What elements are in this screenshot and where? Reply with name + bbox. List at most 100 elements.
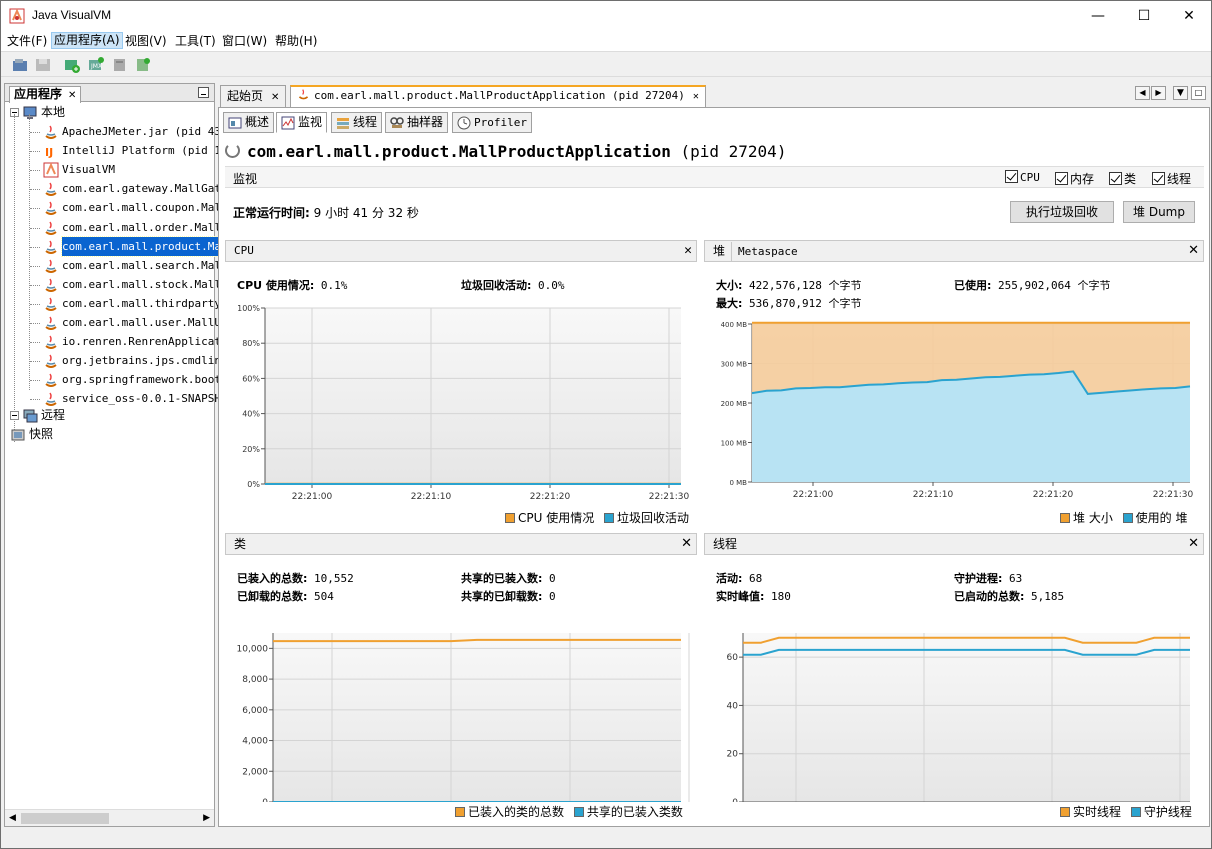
tree-item-application[interactable]: io.renren.RenrenApplicati	[43, 332, 228, 351]
maximize-tab-button[interactable]: □	[1191, 86, 1206, 100]
y-tick-label: 20	[727, 750, 739, 760]
threads-icon	[337, 117, 349, 129]
memory-checkbox[interactable]: 内存	[1055, 170, 1094, 187]
scroll-left-arrow-icon[interactable]: ◀	[9, 813, 16, 823]
tab-application[interactable]: com.earl.mall.product.MallProductApplica…	[290, 85, 706, 107]
plot-area	[265, 308, 681, 484]
menu-application[interactable]: 应用程序(A)	[51, 32, 123, 49]
tab-profiler-label: Profiler	[474, 116, 527, 129]
threads-checkbox-label: 线程	[1167, 172, 1192, 186]
tree-item-application[interactable]: com.earl.mall.user.MallUs	[43, 313, 228, 332]
close-button[interactable]: ✕	[1166, 1, 1212, 31]
heap-tab[interactable]: 堆	[713, 244, 725, 258]
close-icon[interactable]: ✕	[1188, 534, 1199, 554]
tree-item-application[interactable]: com.earl.mall.search.Mall	[43, 256, 228, 275]
legend-swatch-orange	[1060, 513, 1070, 523]
menu-help[interactable]: 帮助(H)	[273, 33, 319, 50]
y-tick-label: 0	[262, 798, 268, 802]
tree-node-remote[interactable]: 远程	[10, 406, 65, 425]
add-jmx-connection-icon[interactable]	[63, 56, 81, 74]
tree-item-application[interactable]: com.earl.mall.coupon.Mall	[43, 198, 228, 217]
tree-guide-line	[30, 342, 40, 344]
close-icon[interactable]: ✕	[681, 534, 692, 554]
applications-tab-label: 应用程序	[14, 87, 63, 101]
tree-item-application[interactable]: ApacheJMeter.jar (pid 431	[43, 122, 228, 141]
menu-view[interactable]: 视图(V)	[123, 33, 169, 50]
tab-application-label: com.earl.mall.product.MallProductApplica…	[314, 89, 685, 102]
tab-overview[interactable]: 概述	[223, 112, 275, 133]
menu-window[interactable]: 窗口(W)	[220, 33, 269, 50]
close-icon[interactable]: ✕	[1188, 241, 1199, 261]
add-remote-host-icon[interactable]: JMX	[87, 56, 105, 74]
memory-checkbox-label: 内存	[1070, 172, 1095, 186]
tree-item-label: com.earl.mall.stock.MallS	[62, 277, 228, 291]
tree-node-local[interactable]: 本地	[10, 103, 65, 122]
close-icon[interactable]: ✕	[684, 241, 692, 261]
loading-spinner-icon	[225, 143, 240, 158]
tab-sampler[interactable]: 抽样器	[385, 112, 449, 133]
perform-gc-button[interactable]: 执行垃圾回收	[1010, 201, 1114, 223]
cpu-checkbox-label: CPU	[1020, 171, 1040, 184]
scroll-right-arrow-icon[interactable]: ▶	[203, 813, 210, 823]
cpu-checkbox[interactable]: CPU	[1005, 170, 1040, 184]
tab-threads[interactable]: 线程	[331, 112, 383, 133]
close-icon[interactable]: ✕	[693, 91, 699, 102]
tree-item-application[interactable]: com.earl.mall.stock.MallS	[43, 275, 228, 294]
tree-item-application[interactable]: service_oss-0.0.1-SNAPSHO	[43, 389, 228, 408]
tab-list-button[interactable]: ▼	[1173, 86, 1188, 100]
heap-size-value: 422,576,128 个字节	[749, 279, 862, 292]
scrollbar-thumb[interactable]	[21, 813, 109, 824]
tree-item-application[interactable]: org.springframework.boot.	[43, 370, 228, 389]
menu-file[interactable]: 文件(F)	[5, 33, 49, 50]
minimize-panel-button[interactable]	[198, 87, 209, 98]
application-pid: (pid 27204)	[680, 142, 787, 161]
cpu-chart: 100% 80% 60% 40% 20% 0% 22:21:00 22:21:10 22:21:…	[237, 304, 689, 501]
close-icon[interactable]: ✕	[271, 92, 279, 103]
tree-node-snapshots[interactable]: 快照	[10, 425, 53, 444]
tree-item-application[interactable]: com.earl.mall.thirdparty.	[43, 294, 228, 313]
horizontal-scrollbar[interactable]: ◀ ▶	[5, 809, 214, 826]
threads-started-label: 已启动的总数:	[954, 590, 1025, 603]
cpu-usage-value: 0.1%	[320, 279, 348, 292]
applications-tab[interactable]: 应用程序 ✕	[9, 86, 82, 103]
tree-item-application[interactable]: org.jetbrains.jps.cmdline	[43, 351, 228, 370]
tree-item-application[interactable]: com.earl.mall.order.MallO	[43, 218, 228, 237]
snapshots-icon	[11, 429, 25, 440]
tree-item-application[interactable]: com.earl.gateway.MallGate	[43, 179, 228, 198]
minimize-button[interactable]: —	[1075, 1, 1121, 31]
heap-chart: 400 MB 300 MB 200 MB 100 MB 0 MB 22:21:00 22:2…	[721, 321, 1194, 500]
x-tick-label: 22:21:10	[913, 490, 954, 500]
tree-guide-line	[30, 380, 40, 382]
visualvm-icon	[43, 162, 59, 178]
classes-unloaded-label: 已卸载的总数:	[237, 590, 308, 603]
close-icon[interactable]: ✕	[68, 90, 76, 101]
remote-hosts-icon	[23, 409, 38, 422]
cpu-legend: CPU 使用情况 垃圾回收活动	[505, 509, 689, 526]
y-tick-label: 60%	[242, 374, 260, 383]
tree-item-label: IntelliJ Platform (pid 16	[62, 144, 228, 158]
tree-item-application[interactable]: com.earl.mall.product.Mal	[43, 235, 229, 257]
add-snapshot-icon[interactable]	[111, 56, 129, 74]
maximize-button[interactable]: ☐	[1121, 1, 1167, 31]
scroll-tabs-right-button[interactable]: ▶	[1151, 86, 1166, 100]
tab-monitor[interactable]: 监视	[276, 112, 328, 133]
save-icon[interactable]	[34, 56, 52, 74]
legend-used-heap: 使用的 堆	[1135, 511, 1188, 525]
add-core-dump-icon[interactable]	[134, 56, 152, 74]
menu-tools[interactable]: 工具(T)	[173, 33, 218, 50]
collapse-toggle-icon[interactable]	[10, 411, 19, 420]
tab-profiler[interactable]: Profiler	[452, 112, 532, 133]
threads-checkbox[interactable]: 线程	[1152, 170, 1191, 187]
tree-item-label: 快照	[29, 427, 54, 441]
heap-dump-button[interactable]: 堆 Dump	[1123, 201, 1195, 223]
scroll-tabs-left-button[interactable]: ◀	[1135, 86, 1150, 100]
classes-checkbox[interactable]: 类	[1109, 170, 1136, 187]
java-app-icon	[45, 221, 57, 235]
tab-start-page[interactable]: 起始页 ✕	[220, 85, 287, 107]
tree-item-application[interactable]: IJ IntelliJ Platform (pid 16	[43, 141, 228, 160]
tree-item-application[interactable]: VisualVM	[43, 160, 115, 179]
open-file-icon[interactable]	[11, 56, 29, 74]
tree-item-label: 远程	[41, 408, 66, 422]
metaspace-tab[interactable]: Metaspace	[731, 242, 798, 262]
plot-area	[743, 633, 1190, 802]
